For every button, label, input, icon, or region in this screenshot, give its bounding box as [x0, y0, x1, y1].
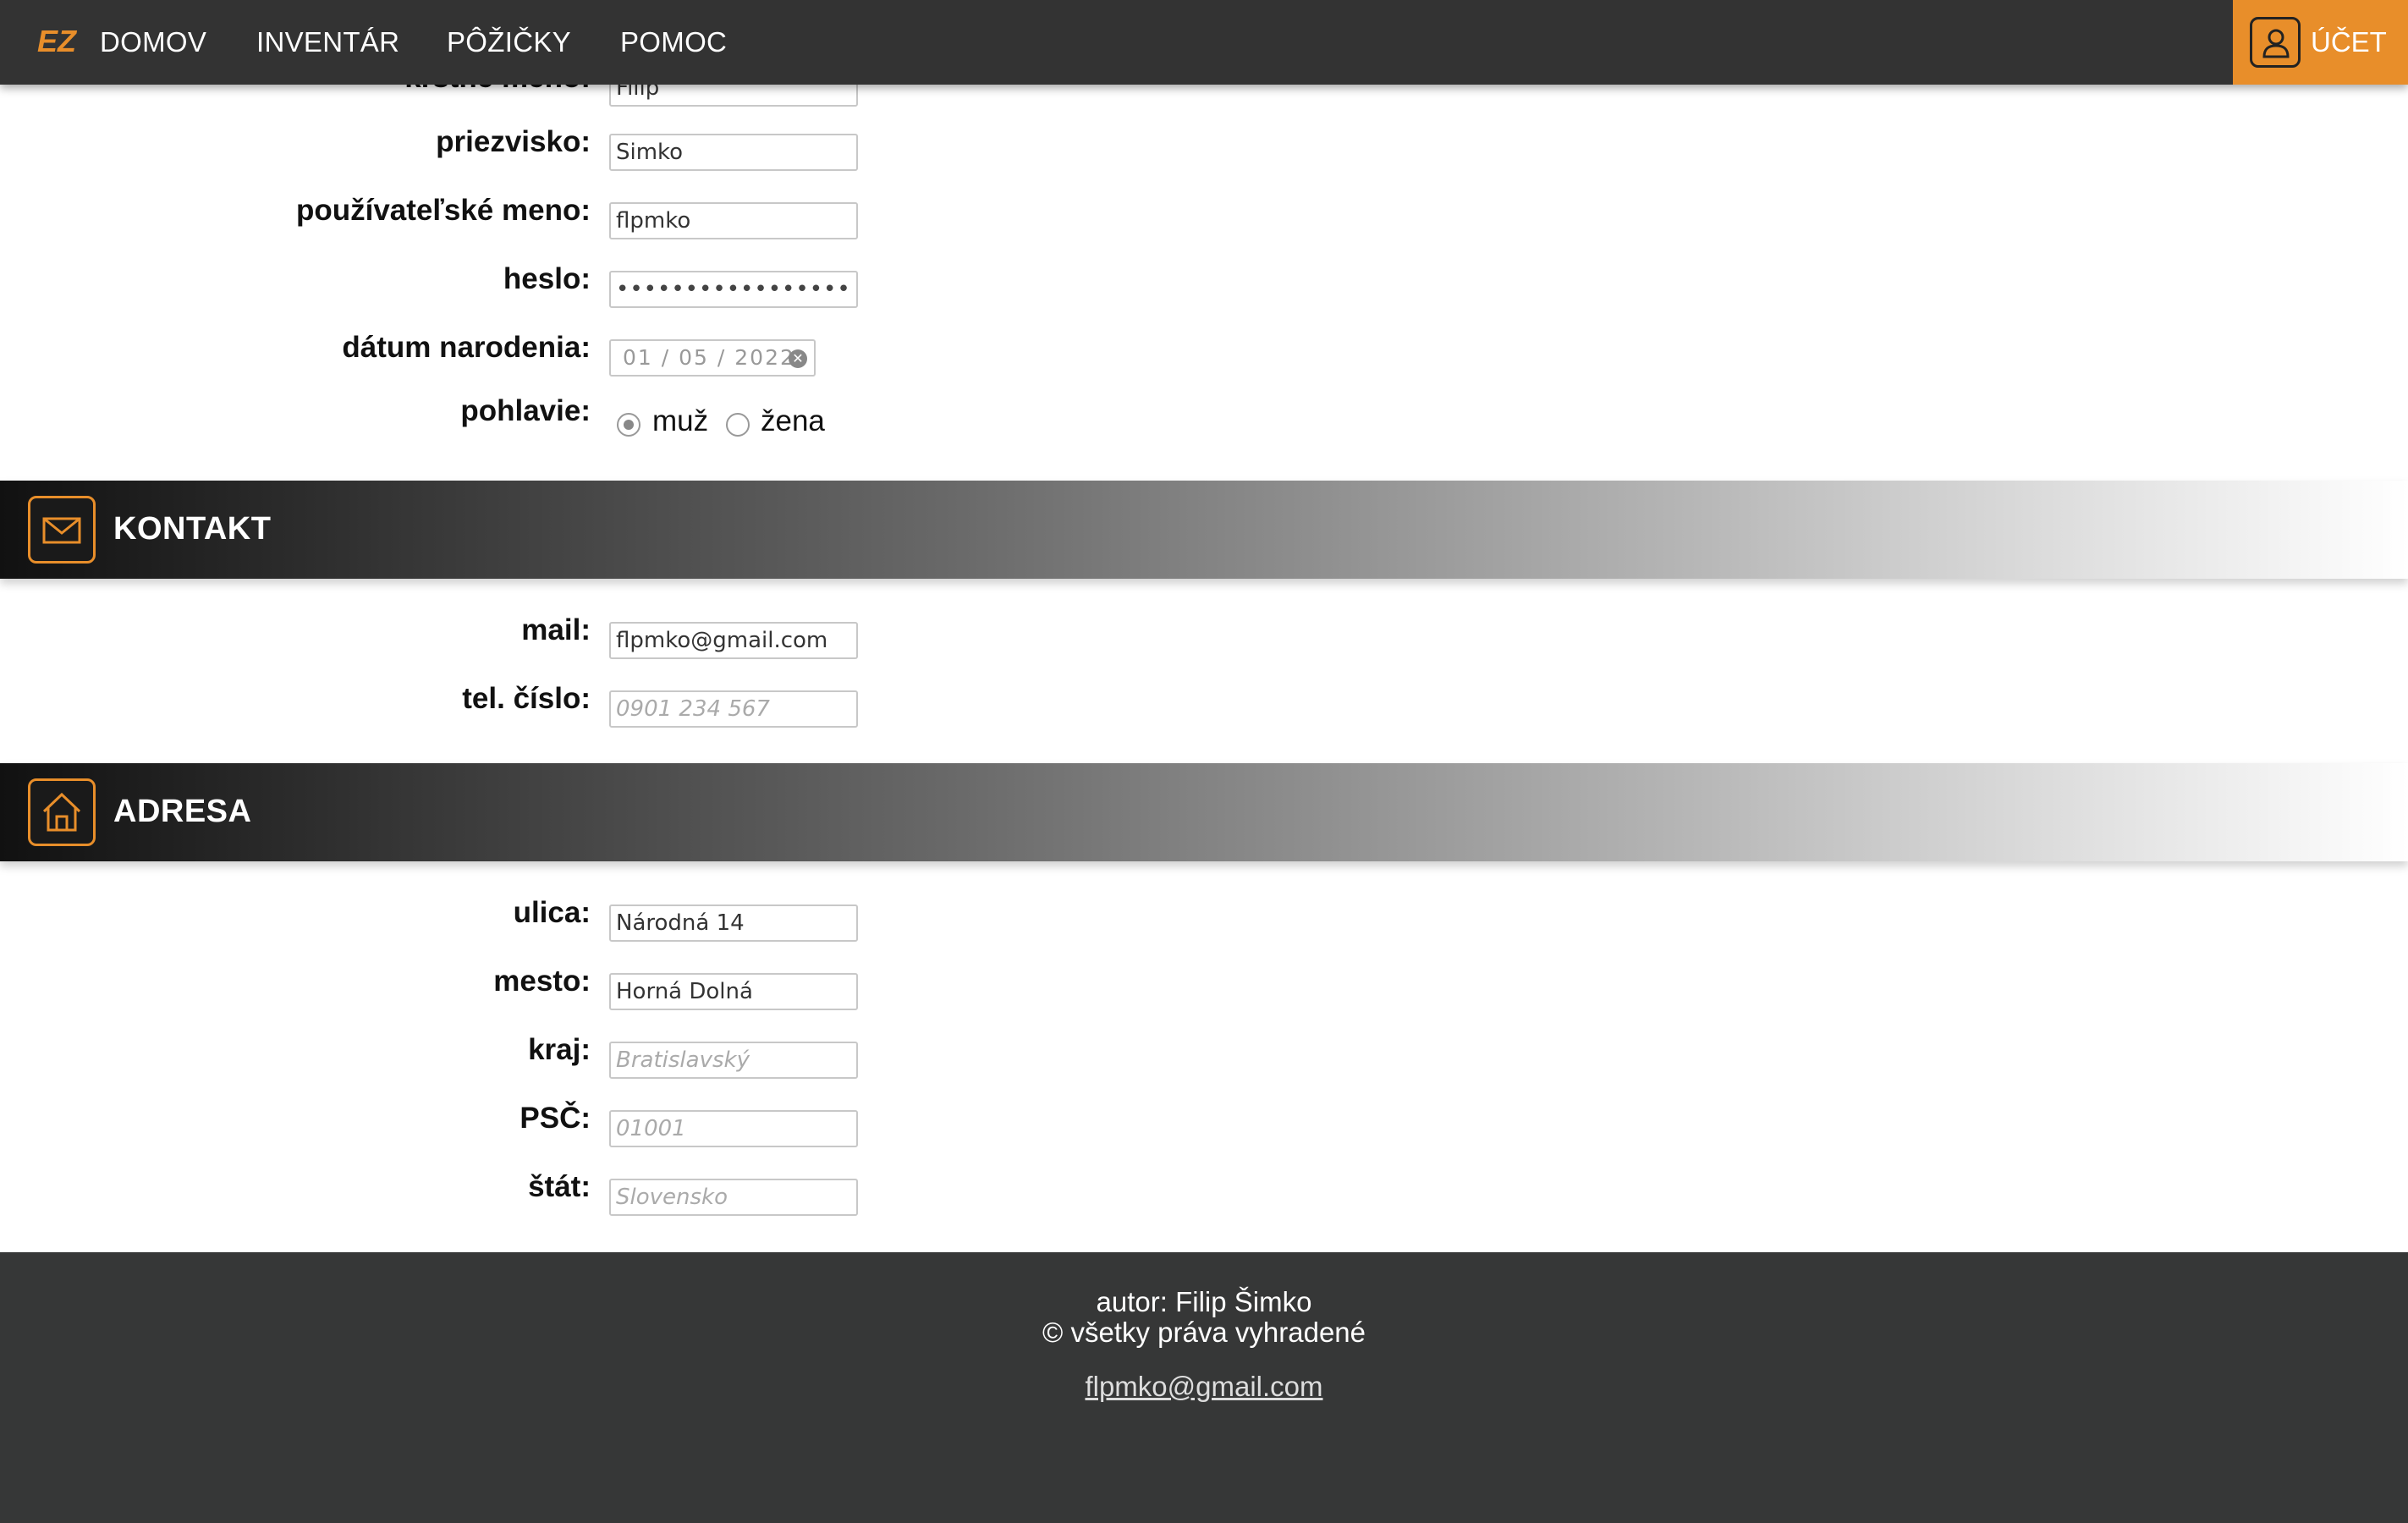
region-label: kraj:	[528, 1033, 591, 1066]
gender-female-radio[interactable]	[726, 413, 750, 437]
gender-male-radio[interactable]	[617, 413, 640, 437]
phone-label: tel. číslo:	[462, 682, 591, 715]
country-label: štát:	[528, 1170, 591, 1203]
address-title: ADRESA	[113, 794, 252, 829]
top-navbar: EZ DOMOV INVENTÁR PÔŽIČKY POMOC ÚČET	[0, 0, 2408, 85]
gender-label: pohlavie:	[460, 394, 591, 427]
footer-author: autor: Filip Šimko	[1096, 1286, 1312, 1317]
footer-rights: © všetky práva vyhradené	[1042, 1317, 1366, 1348]
username-label: používateľské meno:	[295, 194, 591, 227]
mail-input[interactable]	[609, 622, 858, 659]
birth-date-row: dátum narodenia: 01 / 05 / 2022 ✕	[0, 331, 931, 382]
contact-section-header: KONTAKT	[0, 481, 2408, 579]
country-row: štát:	[0, 1170, 931, 1221]
svg-text:EZ: EZ	[37, 24, 78, 58]
city-row: mesto:	[0, 965, 931, 1015]
phone-row: tel. číslo:	[0, 682, 931, 733]
street-input[interactable]	[609, 904, 858, 942]
birth-date-input[interactable]: 01 / 05 / 2022 ✕	[609, 339, 816, 377]
gender-male-label[interactable]: muž	[652, 404, 708, 438]
username-row: používateľské meno:	[0, 194, 931, 245]
nav-pozicky[interactable]: PÔŽIČKY	[447, 24, 571, 61]
last-name-label: priezvisko:	[436, 125, 591, 158]
account-label: ÚČET	[2311, 26, 2387, 58]
password-label: heslo:	[503, 262, 591, 295]
password-input[interactable]	[609, 271, 858, 308]
zip-row: PSČ:	[0, 1102, 931, 1152]
city-input[interactable]	[609, 973, 858, 1010]
gender-row: pohlavie: muž žena	[0, 394, 931, 445]
zip-label: PSČ:	[520, 1102, 591, 1135]
street-label: ulica:	[513, 896, 591, 929]
nav-domov[interactable]: DOMOV	[100, 24, 206, 61]
clear-icon[interactable]: ✕	[789, 349, 807, 368]
last-name-input[interactable]	[609, 134, 858, 171]
username-input[interactable]	[609, 202, 858, 239]
ez-logo[interactable]: EZ	[37, 24, 86, 58]
birth-date-label: dátum narodenia:	[342, 331, 591, 364]
address-section-header: ADRESA	[0, 763, 2408, 861]
zip-input[interactable]	[609, 1110, 858, 1147]
city-label: mesto:	[493, 965, 591, 998]
account-button[interactable]: ÚČET	[2233, 0, 2408, 85]
envelope-icon	[28, 496, 96, 564]
house-icon	[28, 778, 96, 846]
region-input[interactable]	[609, 1042, 858, 1079]
last-name-row: priezvisko:	[0, 125, 931, 176]
mail-row: mail:	[0, 613, 931, 664]
gender-female-label[interactable]: žena	[761, 404, 825, 438]
footer-email-link[interactable]: flpmko@gmail.com	[0, 1371, 2408, 1403]
street-row: ulica:	[0, 896, 931, 947]
user-icon	[2250, 17, 2301, 68]
nav-inventar[interactable]: INVENTÁR	[256, 24, 399, 61]
footer: autor: Filip Šimko © všetky práva vyhrad…	[0, 1252, 2408, 1523]
birth-date-value: 01 / 05 / 2022	[623, 345, 795, 370]
contact-title: KONTAKT	[113, 511, 272, 547]
mail-label: mail:	[521, 613, 591, 646]
password-row: heslo:	[0, 262, 931, 313]
phone-input[interactable]	[609, 690, 858, 728]
nav-pomoc[interactable]: POMOC	[620, 24, 727, 61]
region-row: kraj:	[0, 1033, 931, 1084]
country-input[interactable]	[609, 1179, 858, 1216]
